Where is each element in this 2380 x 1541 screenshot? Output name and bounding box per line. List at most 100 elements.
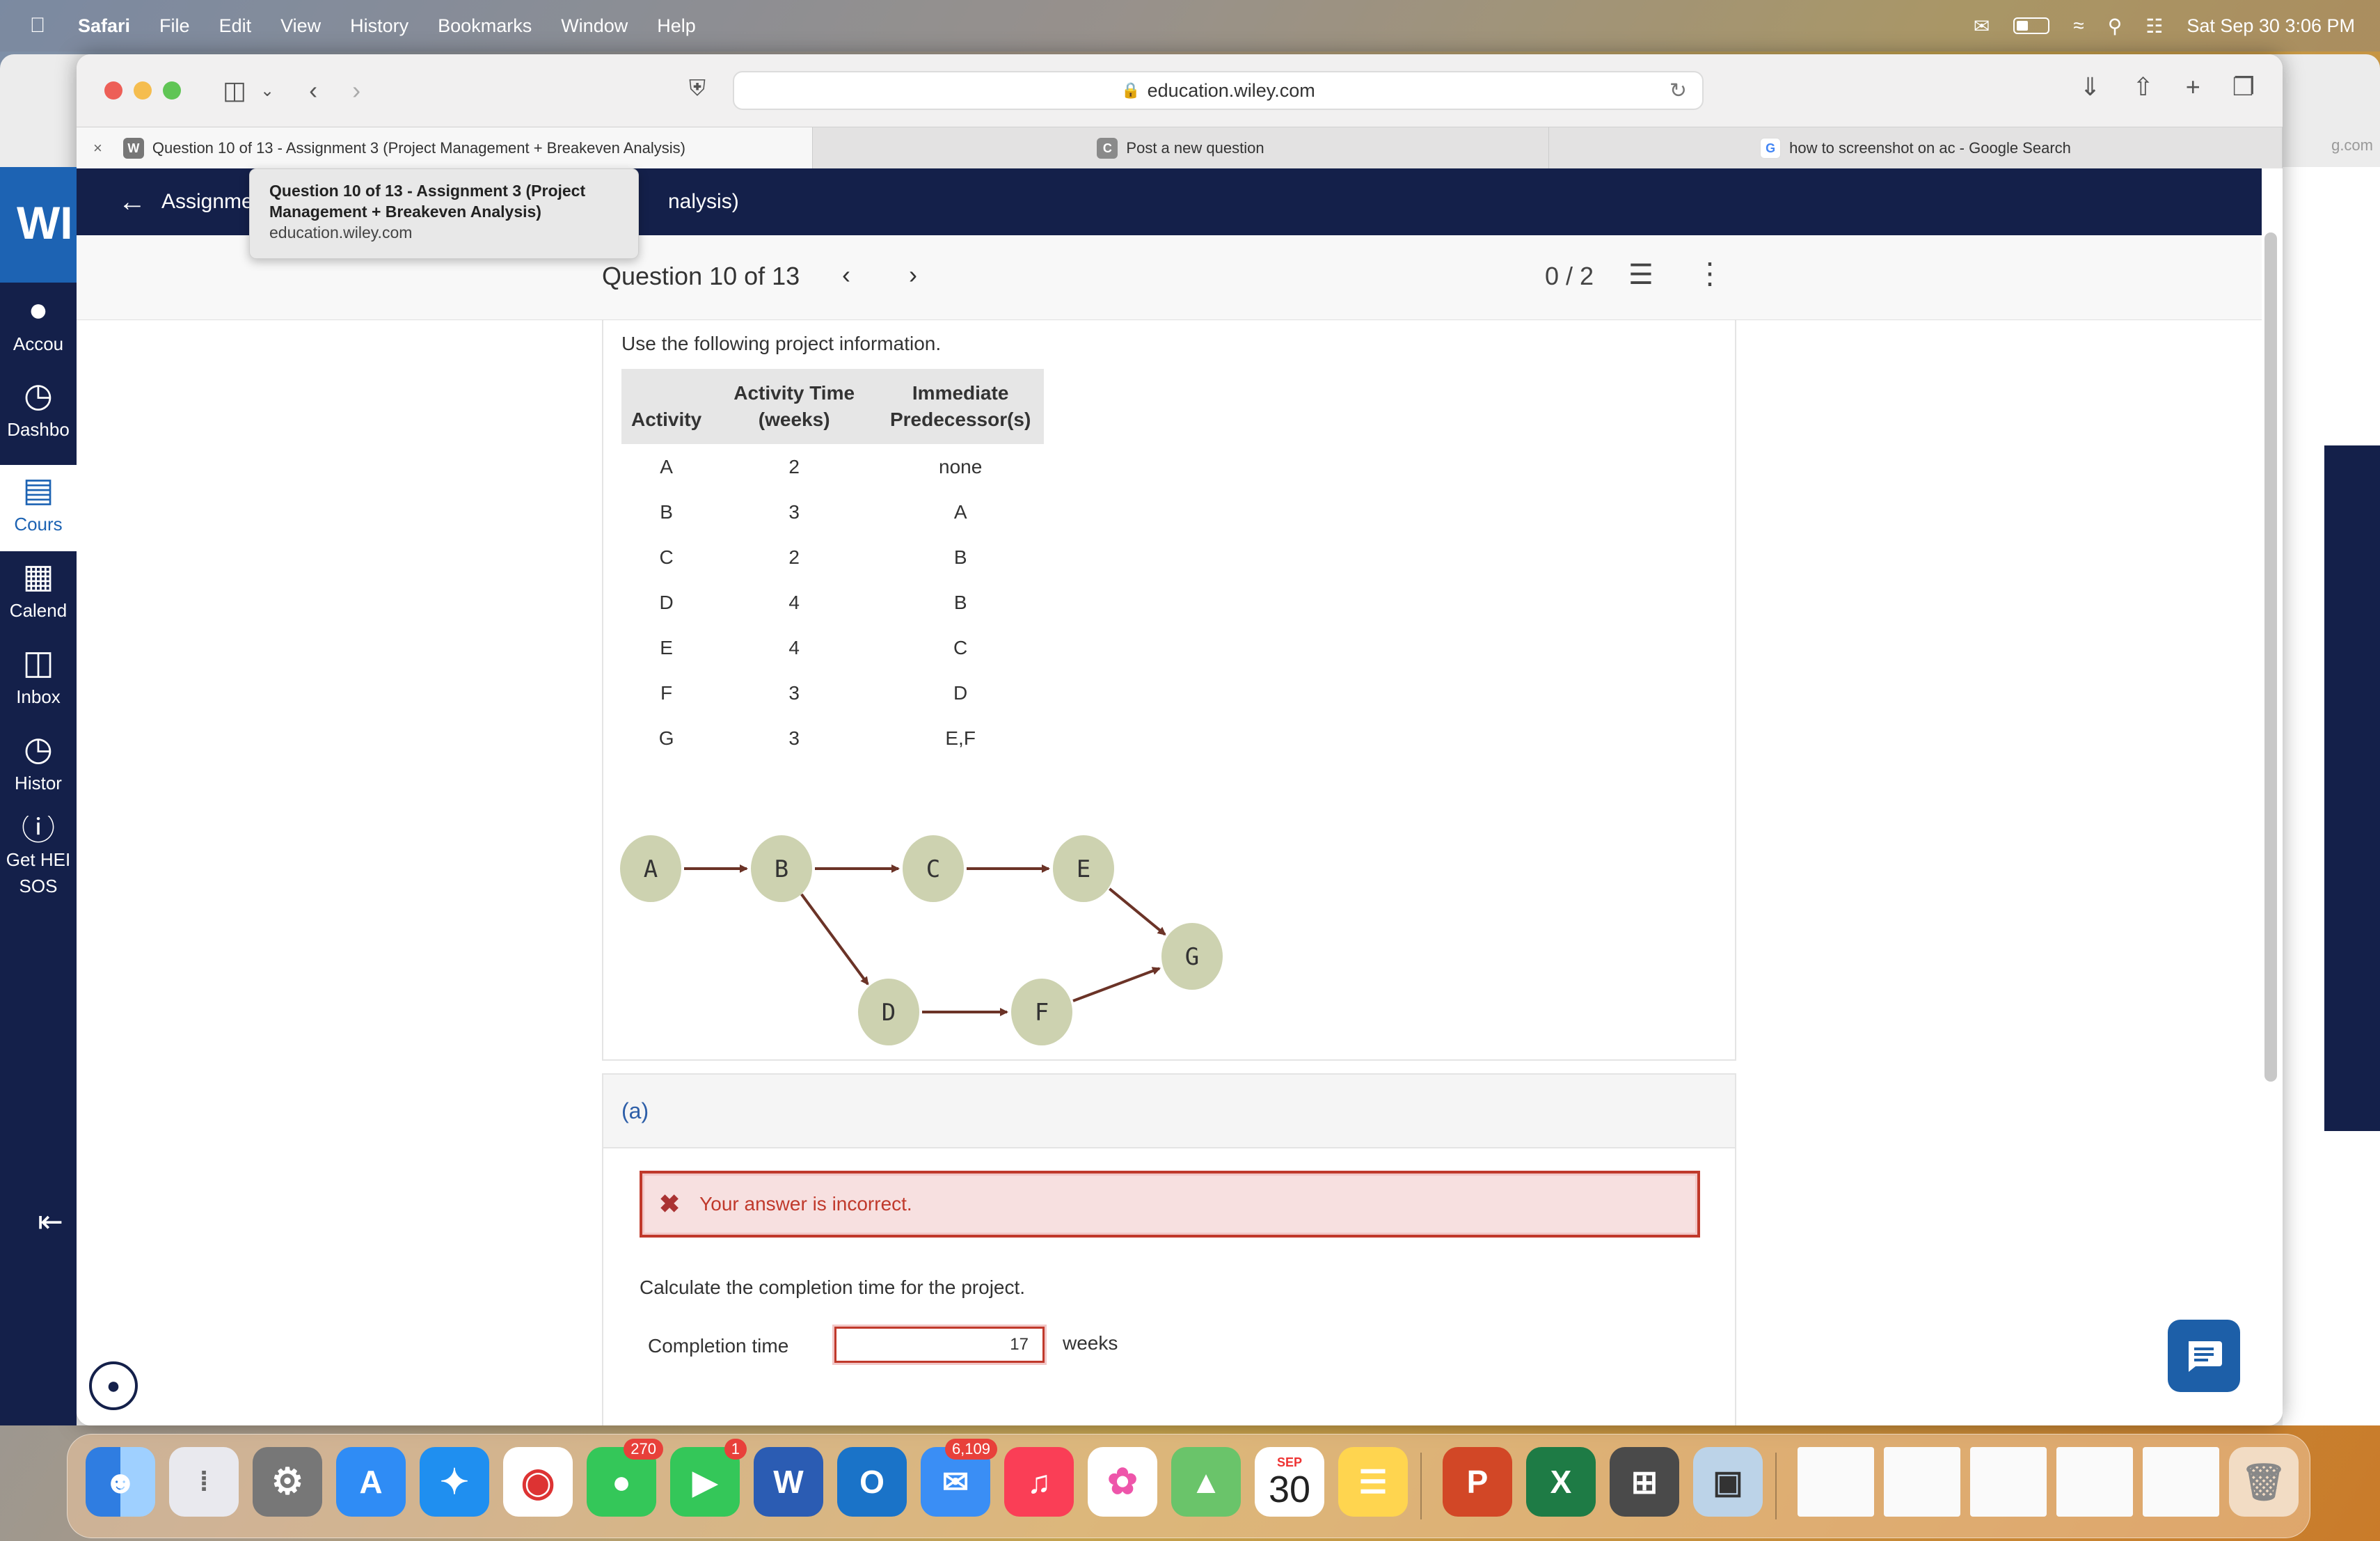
close-window-button[interactable]: [104, 81, 122, 100]
excel-icon[interactable]: X: [1526, 1447, 1596, 1517]
courses-icon: ▤: [22, 472, 54, 509]
safari-icon[interactable]: ✦: [420, 1447, 489, 1517]
cookie-settings-icon[interactable]: ●: [89, 1361, 138, 1410]
tab-wiley-question[interactable]: × W Question 10 of 13 - Assignment 3 (Pr…: [77, 127, 813, 169]
spotlight-search-icon[interactable]: ⚲: [2108, 15, 2123, 38]
sidebar-toggle-icon[interactable]: ◫: [223, 76, 246, 105]
share-icon[interactable]: ⇧: [2133, 72, 2154, 102]
minimize-window-button[interactable]: [134, 81, 152, 100]
recent-window-thumbnail-4[interactable]: [2056, 1447, 2133, 1517]
node-label: E: [1077, 855, 1090, 883]
edge-E-G: [1109, 887, 1166, 936]
music-icon[interactable]: ♫: [1004, 1447, 1074, 1517]
question-list-icon[interactable]: ☰: [1628, 259, 1653, 291]
facetime-badge: 1: [724, 1439, 747, 1460]
wiley-logo[interactable]: WI: [0, 167, 77, 283]
menu-file[interactable]: File: [159, 15, 190, 37]
messages-icon[interactable]: ● 270: [587, 1439, 663, 1517]
system-settings-icon[interactable]: ⚙: [253, 1447, 322, 1517]
inbox-icon: ◫: [22, 645, 54, 681]
privacy-shield-icon[interactable]: ⛨: [689, 75, 706, 102]
control-center-icon[interactable]: ☷: [2145, 15, 2163, 38]
sidebar-item-inbox[interactable]: ◫ Inbox: [0, 643, 77, 708]
window-controls: [104, 81, 181, 100]
sidebar-item-courses[interactable]: ▤ Cours: [0, 465, 77, 551]
facetime-icon[interactable]: ▶ 1: [670, 1439, 747, 1517]
zoom-window-button[interactable]: [163, 81, 181, 100]
close-tab-icon[interactable]: ×: [93, 139, 102, 157]
back-icon[interactable]: ‹: [309, 76, 317, 105]
launchpad-icon[interactable]: ⁞: [169, 1447, 239, 1517]
calendar-app-icon[interactable]: SEP 30: [1255, 1447, 1324, 1517]
recent-window-thumbnail-1[interactable]: [1798, 1447, 1874, 1517]
more-options-icon[interactable]: ⋮: [1695, 256, 1724, 290]
battery-icon[interactable]: [2013, 17, 2050, 34]
powerpoint-icon[interactable]: P: [1443, 1447, 1512, 1517]
preview-icon[interactable]: ▣: [1693, 1447, 1763, 1517]
node-C: C: [903, 835, 964, 902]
word-icon[interactable]: W: [754, 1447, 823, 1517]
sidebar-item-account[interactable]: ● Accou: [0, 291, 77, 355]
completion-time-input[interactable]: [834, 1327, 1045, 1363]
question-score: 0 / 2: [1545, 262, 1594, 290]
apple-menu-icon[interactable]: : [24, 14, 51, 38]
new-tab-icon[interactable]: +: [2186, 72, 2200, 102]
node-A: A: [620, 835, 681, 902]
assignment-title-left: Assignme: [161, 190, 253, 213]
menu-bookmarks[interactable]: Bookmarks: [438, 15, 532, 37]
tab-overview-icon[interactable]: ❐: [2232, 72, 2255, 102]
tab-post-question[interactable]: C Post a new question: [813, 127, 1549, 169]
menu-window[interactable]: Window: [561, 15, 628, 37]
google-favicon: G: [1760, 138, 1782, 159]
history-icon: ◷: [24, 731, 53, 768]
photos-icon[interactable]: ✿: [1088, 1447, 1157, 1517]
mail-icon[interactable]: ✉ 6,109: [921, 1439, 997, 1517]
chrome-icon[interactable]: ◉: [503, 1447, 573, 1517]
page-scrollbar[interactable]: [2264, 232, 2277, 1082]
calendar-month: SEP: [1276, 1455, 1303, 1469]
tab-google-search[interactable]: G how to screenshot on ac - Google Searc…: [1549, 127, 2283, 169]
outlook-status-icon[interactable]: ✉: [1974, 15, 1990, 38]
collapse-sidebar-icon[interactable]: ⇤: [38, 1204, 63, 1240]
sidebar-item-calendar[interactable]: ▦ Calend: [0, 557, 77, 622]
tooltip-url: education.wiley.com: [269, 223, 413, 242]
recent-window-thumbnail-5[interactable]: [2143, 1447, 2219, 1517]
previous-question-icon[interactable]: ‹: [842, 260, 850, 290]
menu-help[interactable]: Help: [657, 15, 696, 37]
chat-icon: [2189, 1341, 2222, 1372]
recent-window-thumbnail-2[interactable]: [1884, 1447, 1960, 1517]
back-arrow-icon[interactable]: ←: [118, 187, 146, 218]
sidebar-item-help[interactable]: ⓘ Get HEI SOS: [0, 816, 77, 899]
outlook-icon[interactable]: O: [837, 1447, 907, 1517]
wifi-icon[interactable]: ≈: [2073, 15, 2084, 37]
trash-icon[interactable]: 🗑: [2229, 1447, 2299, 1517]
dock: ☻ ⁞ ⚙ A ✦ ◉ ● 270 ▶ 1 W O ✉ 6,109 ♫ ✿ ▲ SEP…: [67, 1434, 2310, 1538]
sidebar-item-history[interactable]: ◷ Histor: [0, 729, 77, 794]
app-store-icon[interactable]: A: [336, 1447, 406, 1517]
downloads-icon[interactable]: ⇓: [2079, 72, 2100, 102]
menu-view[interactable]: View: [280, 15, 321, 37]
forward-icon[interactable]: ›: [352, 76, 360, 105]
part-a-label: (a): [621, 1098, 649, 1123]
reload-icon[interactable]: ↻: [1669, 79, 1687, 103]
chat-button[interactable]: [2168, 1320, 2240, 1392]
recent-window-thumbnail-3[interactable]: [1970, 1447, 2047, 1517]
menu-history[interactable]: History: [350, 15, 408, 37]
finder-icon[interactable]: ☻: [86, 1447, 155, 1517]
notes-icon[interactable]: ☰: [1338, 1447, 1408, 1517]
menu-app[interactable]: Safari: [78, 15, 130, 37]
sidebar-item-label: Histor: [15, 773, 62, 793]
menu-edit[interactable]: Edit: [219, 15, 252, 37]
menubar-clock[interactable]: Sat Sep 30 3:06 PM: [2187, 15, 2355, 37]
next-question-icon[interactable]: ›: [909, 260, 917, 290]
tab-bar: × W Question 10 of 13 - Assignment 3 (Pr…: [77, 127, 2283, 169]
address-bar[interactable]: 🔒 education.wiley.com ↻: [733, 71, 1704, 110]
dashboard-icon: ◷: [24, 377, 53, 414]
calculator-icon[interactable]: ⊞: [1610, 1447, 1679, 1517]
page-content: ← Assignme nalysis) Question 10 of 13 ‹ …: [77, 168, 2283, 1425]
dock-separator: [1775, 1453, 1777, 1519]
maps-icon[interactable]: ▲: [1171, 1447, 1241, 1517]
sidebar-item-dashboard[interactable]: ◷ Dashbo: [0, 376, 77, 441]
node-F: F: [1011, 979, 1072, 1045]
chevron-down-icon[interactable]: ⌄: [260, 81, 274, 101]
